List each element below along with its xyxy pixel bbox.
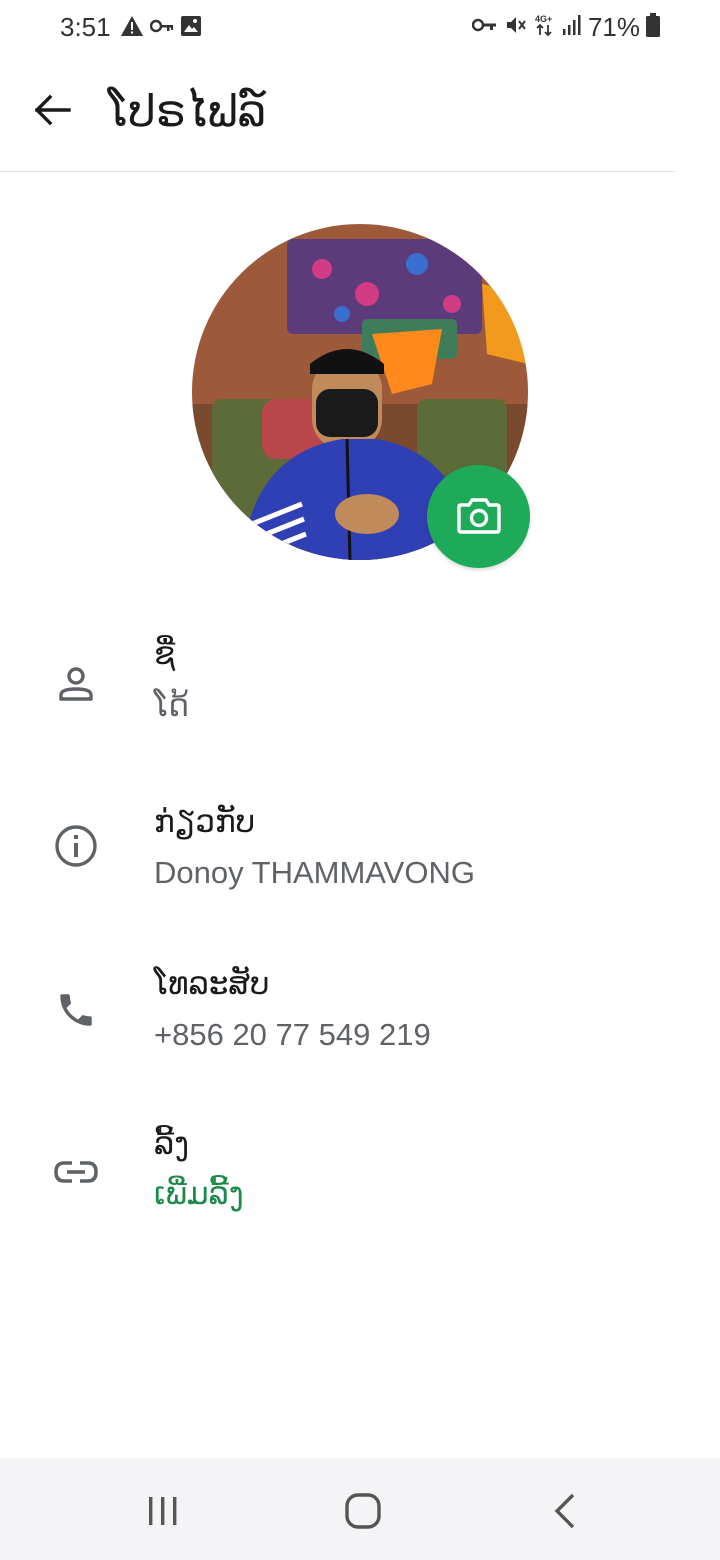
warning-icon [120, 15, 144, 41]
status-right-icons: 4G+ 71% [471, 11, 660, 42]
svg-text:4G+: 4G+ [535, 14, 552, 24]
battery-icon [646, 13, 660, 41]
system-nav-bar [0, 1458, 720, 1560]
4g-data-icon: 4G+ [534, 13, 556, 41]
status-left-icons [120, 14, 202, 42]
mute-icon [504, 13, 528, 41]
name-row[interactable]: ຊື່ ໂດ້ [0, 630, 720, 760]
about-label: ກ່ຽວກັບ [154, 804, 256, 840]
recents-button[interactable] [138, 1488, 188, 1538]
links-label: ລີ້ງ [154, 1126, 190, 1162]
person-icon [50, 658, 102, 710]
name-value: ໂດ້ [154, 688, 190, 724]
about-row[interactable]: ກ່ຽວກັບ Donoy THAMMAVONG [0, 796, 720, 926]
battery-percent: 71% [587, 11, 640, 42]
home-icon [344, 1492, 382, 1534]
links-row[interactable]: ລີ້ງ ເພີ່ມລີ້ງ [0, 1118, 720, 1248]
back-button[interactable] [26, 86, 78, 138]
vpn-key-icon [471, 17, 498, 37]
app-bar: ໂປຣໄຟລ໌ [0, 56, 676, 172]
back-icon [551, 1492, 579, 1534]
home-button[interactable] [338, 1488, 388, 1538]
add-link-button[interactable]: ເພີ່ມລີ້ງ [154, 1176, 244, 1212]
info-icon [50, 820, 102, 872]
phone-value: +856 20 77 549 219 [154, 1017, 431, 1052]
phone-label: ໂທລະສັບ [154, 966, 270, 1002]
camera-icon [456, 496, 501, 538]
name-label: ຊື່ [154, 636, 176, 672]
about-value: Donoy THAMMAVONG [154, 855, 475, 890]
key-icon [149, 18, 174, 38]
nav-back-button[interactable] [540, 1488, 590, 1538]
phone-icon [50, 984, 102, 1036]
page-title: ໂປຣໄຟລ໌ [108, 86, 267, 137]
back-arrow-icon [33, 94, 71, 130]
phone-row[interactable]: ໂທລະສັບ +856 20 77 549 219 [0, 958, 720, 1088]
change-photo-button[interactable] [427, 465, 530, 568]
link-icon [50, 1146, 102, 1198]
signal-icon [562, 14, 582, 40]
image-icon [180, 15, 202, 41]
status-time: 3:51 [60, 12, 111, 42]
recents-icon [146, 1494, 180, 1532]
status-bar: 3:51 4G+ 71% [0, 0, 720, 56]
profile-photo-area [192, 224, 530, 568]
